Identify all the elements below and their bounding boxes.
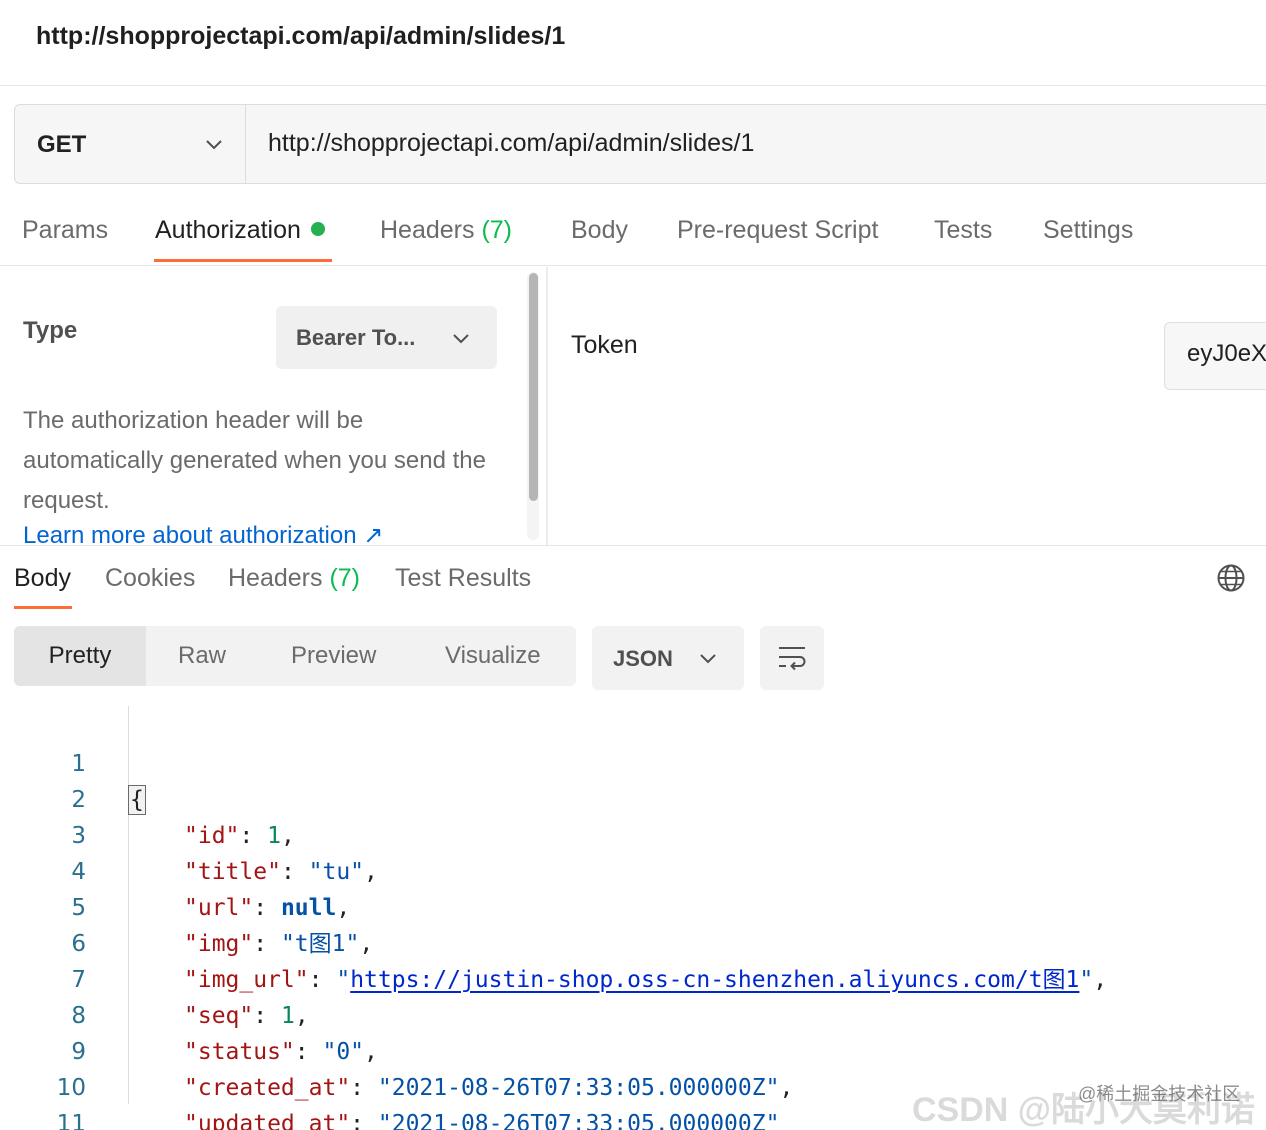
tab-tests[interactable]: Tests (934, 216, 992, 245)
code-line: 6 "img_url": "https://justin-shop.oss-cn… (0, 890, 1266, 993)
tab-settings[interactable]: Settings (1043, 216, 1133, 245)
view-pretty-button[interactable]: Pretty (14, 626, 146, 686)
token-input[interactable]: eyJ0eXAiOiJKV1QiLCJhbGciOiJIUzI1NiJ9 (1164, 322, 1266, 390)
method-select[interactable]: GET (15, 105, 246, 183)
auth-token-panel: Token eyJ0eXAiOiJKV1QiLCJhbGciOiJIUzI1Ni… (548, 267, 1266, 545)
method-label: GET (37, 131, 87, 158)
globe-icon[interactable] (1216, 563, 1246, 593)
juejin-watermark: @稀土掘金技术社区 (1078, 1084, 1241, 1104)
view-mode-group: Pretty Raw Preview Visualize (14, 626, 576, 686)
format-select[interactable]: JSON (592, 626, 744, 690)
auth-type-value: Bearer To... (296, 325, 416, 350)
line-number: 11 (56, 1111, 86, 1130)
code-line: 4 "url": null, (0, 818, 1266, 921)
scrollbar-thumb[interactable] (529, 273, 538, 501)
token-value: eyJ0eXAiOiJKV1QiLCJhbGciOiJIUzI1NiJ9 (1187, 340, 1266, 367)
tab-response-headers-count: (7) (329, 564, 361, 592)
chevron-down-icon (453, 334, 469, 344)
code-line: 10 "updated_at": "2021-08-26T07:33:05.00… (0, 1034, 1266, 1130)
tab-response-body[interactable]: Body (14, 564, 71, 593)
tab-headers-label: Headers (380, 216, 475, 244)
tab-headers[interactable]: Headers (7) (380, 216, 512, 245)
view-preview-button[interactable]: Preview (291, 626, 376, 686)
code-line: 1 { (0, 710, 1266, 815)
response-tabs: Body Cookies Headers (7) Test Results (0, 545, 1266, 615)
code-content: "updated_at": "2021-08-26T07:33:05.00000… (184, 1106, 779, 1130)
tab-params[interactable]: Params (22, 216, 108, 245)
token-label: Token (571, 331, 638, 359)
request-tabs: Params Authorization Headers (7) Body Pr… (0, 196, 1266, 266)
auth-type-panel: Type Bearer To... The authorization head… (0, 267, 546, 545)
tab-body[interactable]: Body (571, 216, 628, 245)
request-title[interactable]: http://shopprojectapi.com/api/admin/slid… (36, 22, 565, 51)
json-value: "2021-08-26T07:33:05.000000Z" (377, 1111, 780, 1130)
tab-test-results[interactable]: Test Results (395, 564, 531, 593)
view-visualize-button[interactable]: Visualize (445, 626, 541, 686)
code-line: 8 "status": "0", (0, 962, 1266, 1065)
status-dot-icon (310, 222, 325, 236)
tab-authorization-label: Authorization (155, 216, 301, 244)
response-code-editor[interactable]: 1 { 2 "id": 1, 3 "title": "tu", 4 "url":… (0, 706, 1266, 1130)
type-label: Type (23, 317, 78, 344)
view-raw-button[interactable]: Raw (178, 626, 226, 686)
tab-response-headers[interactable]: Headers (7) (228, 564, 360, 593)
tab-pre-request-script[interactable]: Pre-request Script (677, 216, 878, 245)
code-line: 9 "created_at": "2021-08-26T07:33:05.000… (0, 998, 1266, 1101)
code-line: 7 "seq": 1, (0, 926, 1266, 1029)
format-value: JSON (613, 646, 673, 671)
tab-headers-count: (7) (481, 216, 513, 244)
code-line: 3 "title": "tu", (0, 782, 1266, 885)
wrap-lines-icon (779, 647, 806, 671)
chevron-down-icon (206, 140, 222, 150)
code-line: 5 "img": "t图1", (0, 854, 1266, 957)
auth-description: The authorization header will be automat… (23, 407, 486, 514)
auth-type-select[interactable]: Bearer To... (276, 306, 497, 369)
url-input[interactable]: http://shopprojectapi.com/api/admin/slid… (268, 129, 754, 158)
learn-more-link[interactable]: Learn more about authorization ↗ (23, 521, 383, 545)
title-bar: http://shopprojectapi.com/api/admin/slid… (0, 0, 1266, 86)
active-tab-indicator (154, 259, 332, 262)
tab-authorization[interactable]: Authorization (155, 216, 325, 245)
request-bar: GET http://shopprojectapi.com/api/admin/… (14, 104, 1266, 184)
chevron-down-icon (700, 654, 716, 664)
tab-response-headers-label: Headers (228, 564, 323, 592)
code-line: 2 "id": 1, (0, 746, 1266, 849)
tab-cookies[interactable]: Cookies (105, 564, 195, 593)
wrap-lines-button[interactable] (760, 626, 824, 690)
active-response-tab-indicator (14, 606, 72, 609)
json-key: "updated_at" (184, 1111, 351, 1130)
